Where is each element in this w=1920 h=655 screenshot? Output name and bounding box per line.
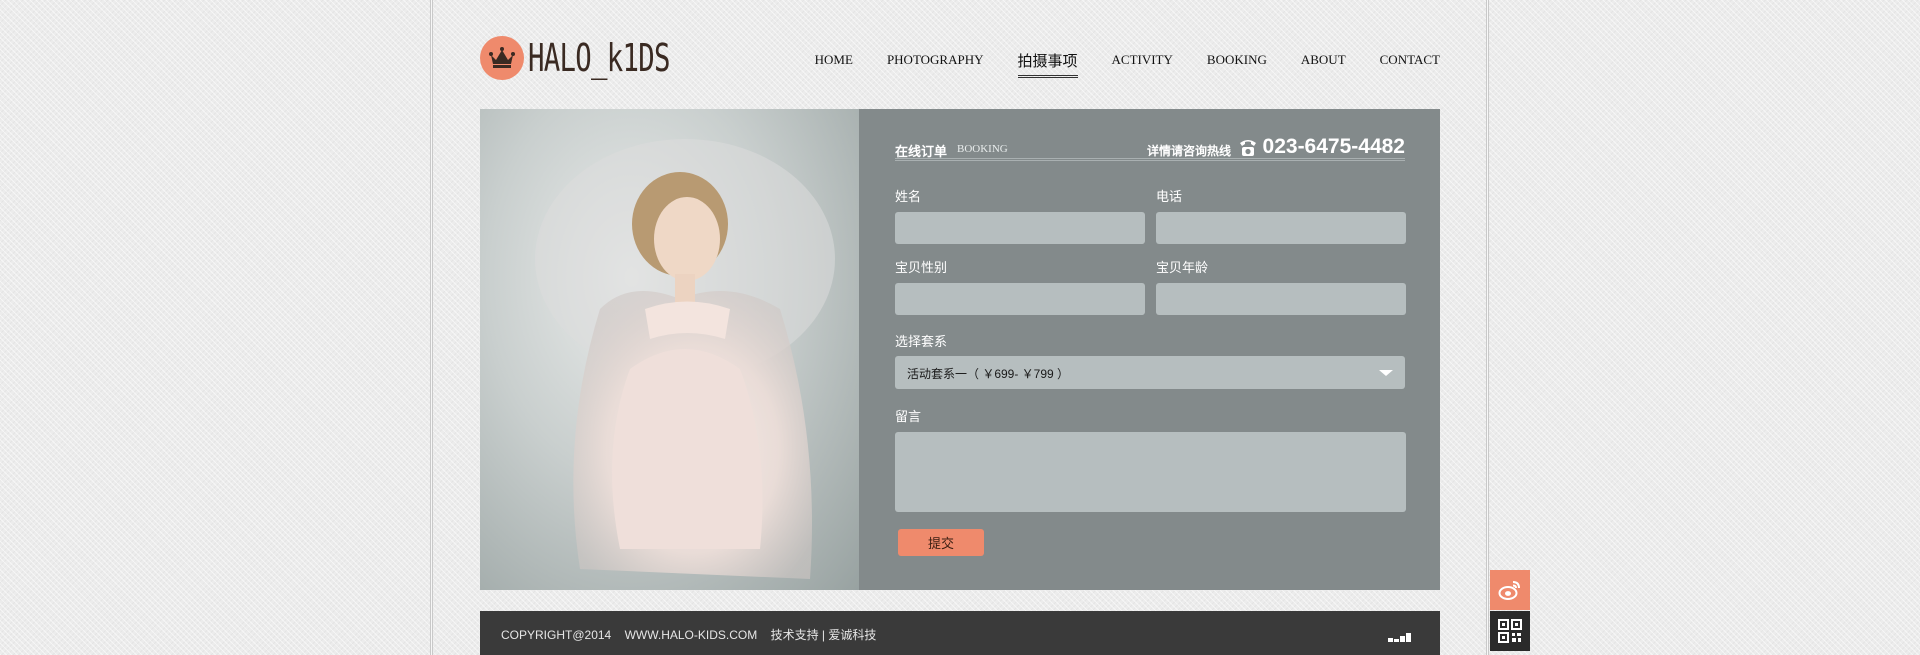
crown-icon xyxy=(480,36,524,80)
package-select[interactable]: 活动套系一（ ￥699- ￥799 ） xyxy=(895,356,1405,389)
age-input[interactable] xyxy=(1156,283,1406,315)
nav-home[interactable]: HOME xyxy=(815,52,853,78)
booking-form: 在线订单 BOOKING 详情请咨询热线 023-6475-4482 姓名 电话… xyxy=(895,109,1406,590)
footer-info: COPYRIGHT@2014 WWW.HALO-KIDS.COM 技术支持 | … xyxy=(501,626,886,643)
booking-panel: 在线订单 BOOKING 详情请咨询热线 023-6475-4482 姓名 电话… xyxy=(480,109,1440,590)
weibo-share-button[interactable] xyxy=(1490,570,1530,610)
site-url[interactable]: WWW.HALO-KIDS.COM xyxy=(625,628,758,642)
package-select-value: 活动套系一（ ￥699- ￥799 ） xyxy=(907,367,1070,381)
copyright-text: COPYRIGHT@2014 xyxy=(501,628,612,642)
right-page-rail xyxy=(1486,0,1489,655)
main-nav: HOME PHOTOGRAPHY 拍摄事项 ACTIVITY BOOKING A… xyxy=(781,52,1440,78)
logo-text: HALO_k1DS xyxy=(528,36,670,80)
nav-photography[interactable]: PHOTOGRAPHY xyxy=(887,52,984,78)
phone-icon xyxy=(1239,137,1257,162)
nav-shooting-notes[interactable]: 拍摄事项 xyxy=(1017,50,1078,78)
message-textarea[interactable] xyxy=(895,432,1406,512)
left-page-rail xyxy=(430,0,433,655)
age-label: 宝贝年龄 xyxy=(1156,260,1209,275)
child-portrait-photo xyxy=(480,109,859,590)
site-footer: COPYRIGHT@2014 WWW.HALO-KIDS.COM 技术支持 | … xyxy=(480,611,1440,655)
submit-button[interactable]: 提交 xyxy=(898,529,984,556)
nav-booking[interactable]: BOOKING xyxy=(1207,52,1267,78)
chevron-down-icon xyxy=(1379,370,1393,376)
phone-label: 电话 xyxy=(1156,189,1183,204)
logo[interactable]: HALO_k1DS xyxy=(480,36,725,80)
name-label: 姓名 xyxy=(895,189,922,204)
site-header: HALO_k1DS HOME PHOTOGRAPHY 拍摄事项 ACTIVITY… xyxy=(480,34,1440,84)
nav-activity[interactable]: ACTIVITY xyxy=(1112,52,1173,78)
nav-contact[interactable]: CONTACT xyxy=(1380,52,1440,78)
booking-subtitle: BOOKING xyxy=(957,143,1008,155)
booking-title: 在线订单 xyxy=(895,144,948,159)
package-label: 选择套系 xyxy=(895,334,948,349)
tech-support[interactable]: 技术支持 | 爱诚科技 xyxy=(771,628,877,642)
hotline-number: 023-6475-4482 xyxy=(1262,135,1405,158)
message-label: 留言 xyxy=(895,409,922,424)
nav-about[interactable]: ABOUT xyxy=(1301,52,1346,78)
name-input[interactable] xyxy=(895,212,1145,244)
hotline-label: 详情请咨询热线 xyxy=(1146,144,1231,158)
signal-icon xyxy=(1388,629,1412,647)
phone-input[interactable] xyxy=(1156,212,1406,244)
gender-label: 宝贝性别 xyxy=(895,260,948,275)
qr-code-button[interactable] xyxy=(1490,611,1530,651)
gender-input[interactable] xyxy=(895,283,1145,315)
booking-form-header: 在线订单 BOOKING 详情请咨询热线 023-6475-4482 xyxy=(895,131,1405,161)
